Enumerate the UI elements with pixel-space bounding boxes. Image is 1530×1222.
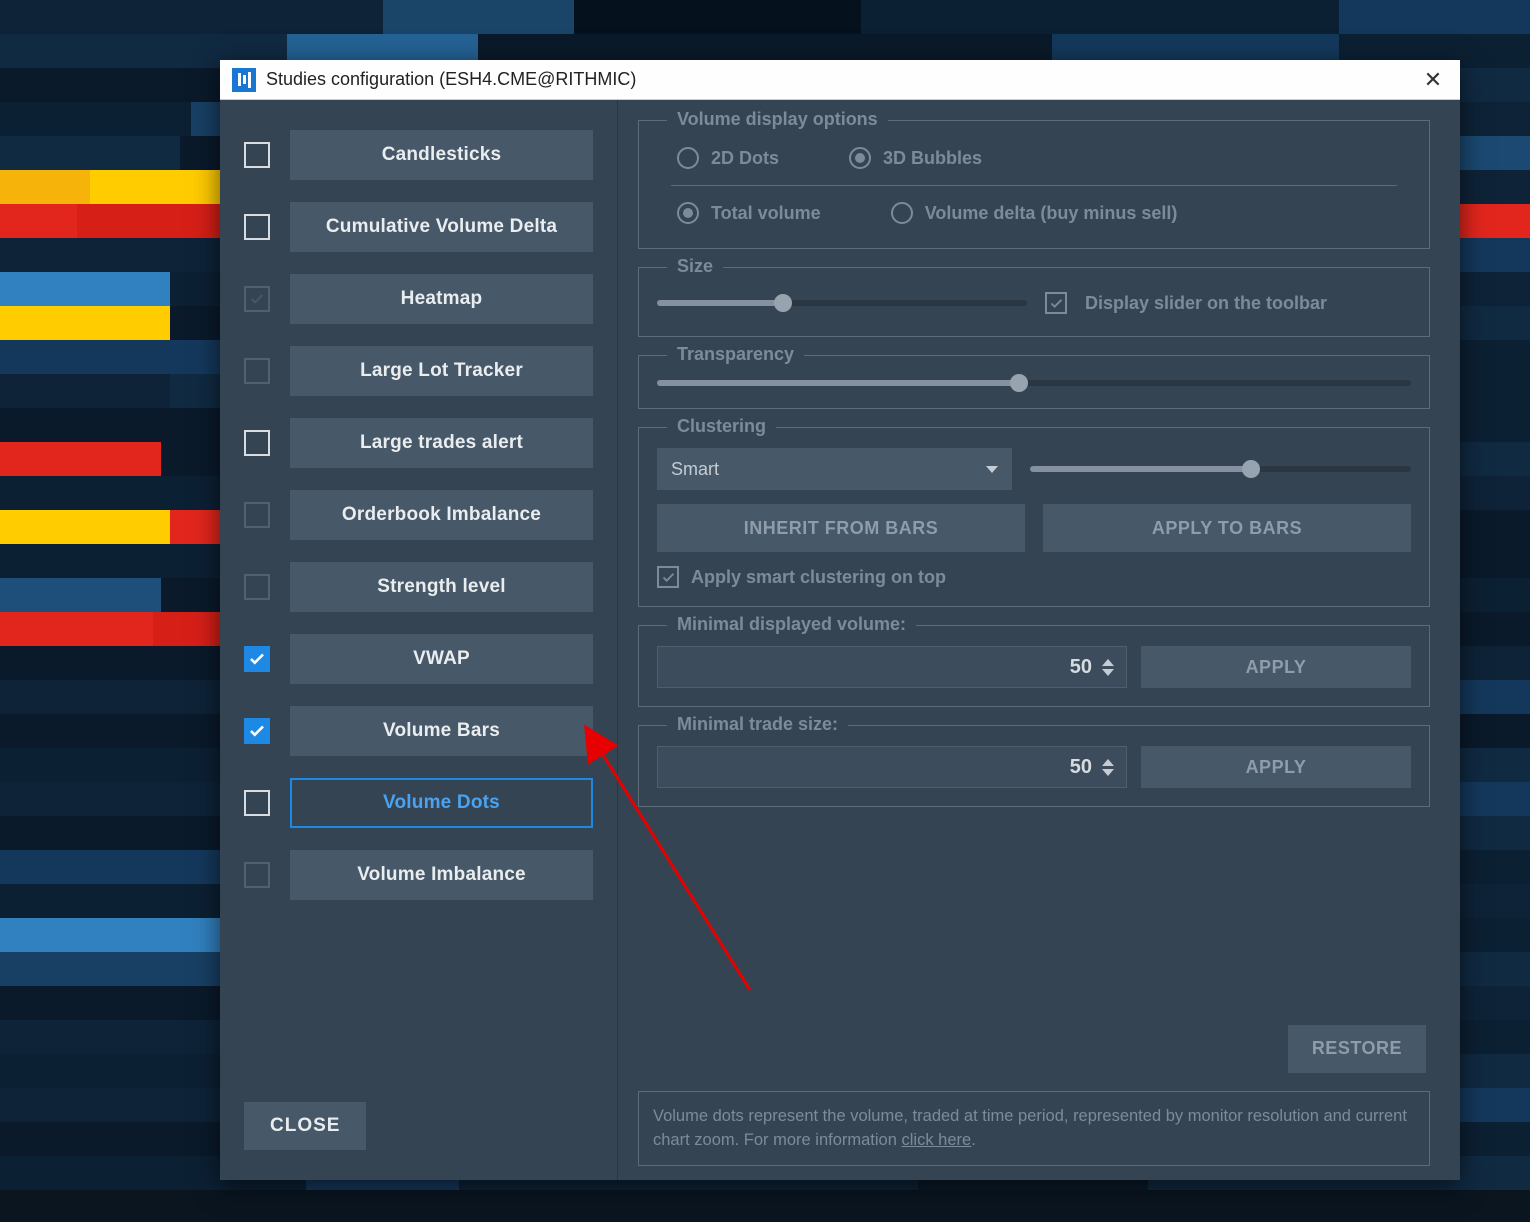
study-checkbox: [244, 502, 270, 528]
size-slider[interactable]: [657, 300, 1027, 306]
min-volume-value: 50: [1070, 656, 1092, 679]
min-trade-legend: Minimal trade size:: [667, 714, 848, 735]
study-button[interactable]: Cumulative Volume Delta: [290, 202, 593, 252]
description-box: Volume dots represent the volume, traded…: [638, 1091, 1430, 1167]
dialog-title: Studies configuration (ESH4.CME@RITHMIC): [266, 69, 1418, 90]
study-checkbox[interactable]: [244, 718, 270, 744]
min-volume-legend: Minimal displayed volume:: [667, 614, 916, 635]
study-checkbox[interactable]: [244, 646, 270, 672]
study-item: Heatmap: [244, 274, 593, 324]
study-item: Volume Bars: [244, 706, 593, 756]
study-checkbox: [244, 574, 270, 600]
radio-label: 3D Bubbles: [883, 148, 982, 169]
smart-cluster-label: Apply smart clustering on top: [691, 567, 946, 588]
transparency-legend: Transparency: [667, 344, 804, 365]
study-checkbox[interactable]: [244, 142, 270, 168]
min-volume-input[interactable]: 50: [657, 646, 1127, 688]
clustering-dropdown[interactable]: Smart: [657, 448, 1012, 490]
study-button[interactable]: Volume Dots: [290, 778, 593, 828]
study-checkbox[interactable]: [244, 790, 270, 816]
description-link[interactable]: click here: [902, 1131, 972, 1149]
size-group: Size Display slider on the toolbar: [638, 267, 1430, 337]
radio-circle-icon: [891, 202, 913, 224]
study-button[interactable]: Volume Bars: [290, 706, 593, 756]
study-item: VWAP: [244, 634, 593, 684]
radio-option[interactable]: Total volume: [677, 202, 821, 224]
radio-label: 2D Dots: [711, 148, 779, 169]
study-item: Volume Imbalance: [244, 850, 593, 900]
radio-option[interactable]: Volume delta (buy minus sell): [891, 202, 1178, 224]
spinner-up-icon[interactable]: [1102, 659, 1114, 666]
study-button[interactable]: Heatmap: [290, 274, 593, 324]
radio-circle-icon: [677, 147, 699, 169]
study-checkbox: [244, 862, 270, 888]
sidebar: Candlesticks Cumulative Volume Delta Heatm…: [220, 100, 618, 1180]
min-trade-input[interactable]: 50: [657, 746, 1127, 788]
study-checkbox: [244, 358, 270, 384]
study-item: Cumulative Volume Delta: [244, 202, 593, 252]
chevron-down-icon: [986, 466, 998, 473]
clustering-group: Clustering Smart INHERIT FROM BARS APPLY…: [638, 427, 1430, 607]
clustering-value: Smart: [671, 459, 719, 480]
display-options-legend: Volume display options: [667, 109, 888, 130]
study-button[interactable]: VWAP: [290, 634, 593, 684]
min-trade-group: Minimal trade size: 50 APPLY: [638, 725, 1430, 807]
study-checkbox: [244, 286, 270, 312]
study-item: Volume Dots: [244, 778, 593, 828]
description-text: Volume dots represent the volume, traded…: [653, 1107, 1407, 1150]
study-item: Orderbook Imbalance: [244, 490, 593, 540]
study-item: Strength level: [244, 562, 593, 612]
study-checkbox[interactable]: [244, 430, 270, 456]
min-volume-apply-button[interactable]: APPLY: [1141, 646, 1411, 688]
toolbar-slider-checkbox[interactable]: [1045, 292, 1067, 314]
display-options-group: Volume display options 2D Dots3D Bubbles…: [638, 120, 1430, 249]
studies-config-dialog: Studies configuration (ESH4.CME@RITHMIC)…: [220, 60, 1460, 1180]
smart-cluster-checkbox[interactable]: [657, 566, 679, 588]
dialog-titlebar[interactable]: Studies configuration (ESH4.CME@RITHMIC)…: [220, 60, 1460, 100]
study-item: Candlesticks: [244, 130, 593, 180]
radio-circle-icon: [677, 202, 699, 224]
restore-button[interactable]: RESTORE: [1288, 1025, 1426, 1073]
study-item: Large Lot Tracker: [244, 346, 593, 396]
radio-label: Volume delta (buy minus sell): [925, 203, 1178, 224]
transparency-group: Transparency: [638, 355, 1430, 409]
study-list: Candlesticks Cumulative Volume Delta Heatm…: [244, 130, 593, 1102]
config-panel: Volume display options 2D Dots 3D Bubbles…: [618, 100, 1460, 1180]
spinner-down-icon[interactable]: [1102, 769, 1114, 776]
study-checkbox[interactable]: [244, 214, 270, 240]
study-button[interactable]: Large trades alert: [290, 418, 593, 468]
radio-label: Total volume: [711, 203, 821, 224]
toolbar-slider-label: Display slider on the toolbar: [1085, 293, 1327, 314]
spinner-down-icon[interactable]: [1102, 669, 1114, 676]
study-button[interactable]: Orderbook Imbalance: [290, 490, 593, 540]
size-legend: Size: [667, 256, 723, 277]
min-trade-value: 50: [1070, 756, 1092, 779]
spinner-up-icon[interactable]: [1102, 759, 1114, 766]
min-volume-group: Minimal displayed volume: 50 APPLY: [638, 625, 1430, 707]
radio-option[interactable]: 2D Dots: [677, 147, 779, 169]
study-button[interactable]: Strength level: [290, 562, 593, 612]
transparency-slider[interactable]: [657, 380, 1411, 386]
min-trade-apply-button[interactable]: APPLY: [1141, 746, 1411, 788]
study-button[interactable]: Large Lot Tracker: [290, 346, 593, 396]
close-icon[interactable]: ✕: [1418, 67, 1448, 93]
study-item: Large trades alert: [244, 418, 593, 468]
app-logo-icon: [232, 68, 256, 92]
radio-circle-icon: [849, 147, 871, 169]
close-button[interactable]: CLOSE: [244, 1102, 366, 1150]
study-button[interactable]: Candlesticks: [290, 130, 593, 180]
dialog-content: Candlesticks Cumulative Volume Delta Heatm…: [220, 100, 1460, 1180]
study-button[interactable]: Volume Imbalance: [290, 850, 593, 900]
inherit-button[interactable]: INHERIT FROM BARS: [657, 504, 1025, 552]
clustering-slider[interactable]: [1030, 466, 1411, 472]
clustering-legend: Clustering: [667, 416, 776, 437]
radio-option[interactable]: 3D Bubbles: [849, 147, 982, 169]
apply-bars-button[interactable]: APPLY TO BARS: [1043, 504, 1411, 552]
